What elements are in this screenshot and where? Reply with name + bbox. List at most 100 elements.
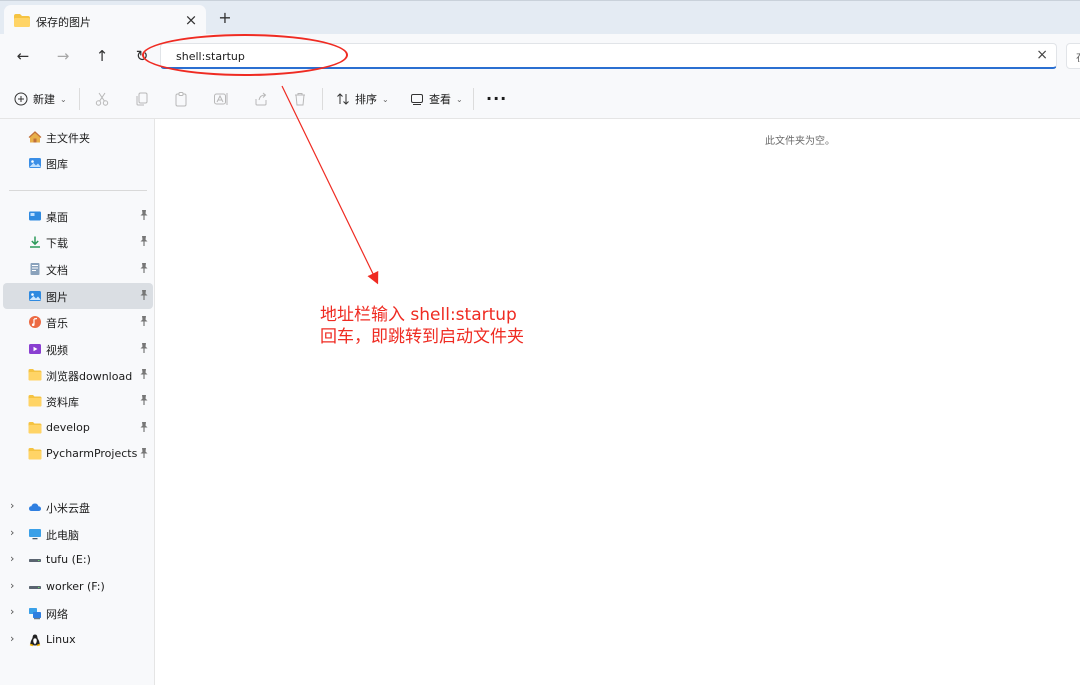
navigation-pane: 主文件夹图库桌面下载文档图片音乐 视频浏览器download 资料库 develop P… — [0, 119, 155, 685]
sort-button[interactable]: 排序 ⌄ — [336, 90, 389, 108]
annotation-text: 地址栏输入 shell:startup 回车，即跳转到启动文件夹 — [320, 304, 524, 348]
folder-icon — [28, 448, 42, 460]
sort-icon — [337, 93, 349, 105]
divider — [322, 88, 323, 110]
copy-icon[interactable] — [134, 91, 150, 107]
cloud-icon — [29, 503, 41, 511]
folder-icon — [28, 422, 42, 434]
expand-chevron-icon[interactable]: › — [10, 632, 14, 645]
file-explorer-window: 保存的图片 × + ← → ↑ ↻ shell:startup × 在 新建 ⌄ — [0, 0, 1080, 685]
forward-button[interactable]: → — [53, 46, 73, 66]
sidebar-item[interactable]: › 此电脑 — [3, 521, 153, 547]
sidebar-divider — [9, 190, 147, 191]
tab-close-icon[interactable]: × — [182, 11, 200, 29]
up-button[interactable]: ↑ — [92, 46, 112, 66]
sidebar-item[interactable]: 图片 — [3, 283, 153, 309]
pin-icon — [139, 262, 149, 274]
sidebar-item[interactable]: › 小米云盘 — [3, 494, 153, 520]
sidebar-item[interactable]: › 网络 — [3, 600, 153, 626]
view-button[interactable]: 查看 ⌄ — [410, 90, 463, 108]
sidebar-item[interactable]: 资料库 — [3, 388, 153, 414]
tab-title: 保存的图片 — [36, 16, 91, 29]
expand-chevron-icon[interactable]: › — [10, 526, 14, 539]
sidebar-item-label: 资料库 — [46, 396, 79, 409]
sidebar-item[interactable]: › worker (F:) — [3, 574, 153, 600]
sidebar-item-label: 下载 — [46, 237, 68, 250]
sort-label: 排序 — [355, 93, 377, 106]
divider — [79, 88, 80, 110]
annotation-ellipse — [142, 34, 348, 76]
pin-icon — [139, 315, 149, 327]
network-icon — [29, 608, 41, 620]
sidebar-item[interactable]: 浏览器download — [3, 362, 153, 388]
sidebar-item-label: 桌面 — [46, 211, 68, 224]
sidebar-item-label: 主文件夹 — [46, 132, 90, 145]
sidebar-item-label: 文档 — [46, 264, 68, 277]
sidebar-item[interactable]: 视频 — [3, 336, 153, 362]
expand-chevron-icon[interactable]: › — [10, 499, 14, 512]
share-icon[interactable] — [253, 91, 269, 107]
sidebar-item-label: Linux — [46, 633, 76, 646]
annotation-line-1: 地址栏输入 shell:startup — [320, 305, 517, 325]
pin-icon — [139, 342, 149, 354]
sidebar-item-label: develop — [46, 421, 90, 434]
pin-icon — [139, 289, 149, 301]
sidebar-item-label: 小米云盘 — [46, 502, 90, 515]
sidebar-item-label: 此电脑 — [46, 529, 79, 542]
annotation-line-2: 回车，即跳转到启动文件夹 — [320, 327, 524, 347]
file-list-area[interactable]: 此文件夹为空。 — [155, 119, 1080, 685]
sidebar-item[interactable]: PycharmProjects — [3, 441, 153, 467]
new-tab-button[interactable]: + — [216, 9, 234, 27]
sidebar-item[interactable]: 下载 — [3, 229, 153, 255]
sidebar-item[interactable]: › Linux — [3, 627, 153, 653]
sidebar-item[interactable]: › tufu (E:) — [3, 547, 153, 573]
sidebar-item[interactable]: 文档 — [3, 256, 153, 282]
folder-icon — [28, 395, 42, 407]
expand-chevron-icon[interactable]: › — [10, 579, 14, 592]
desktop-icon — [29, 211, 41, 221]
sidebar-item[interactable]: 桌面 — [3, 203, 153, 229]
sidebar-item-label: 浏览器download — [46, 370, 133, 383]
delete-icon[interactable] — [292, 91, 308, 107]
more-options-button[interactable]: ··· — [486, 89, 507, 108]
search-input[interactable]: 在 — [1066, 43, 1080, 69]
view-icon — [411, 94, 423, 105]
expand-chevron-icon[interactable]: › — [10, 552, 14, 565]
rename-icon[interactable] — [213, 91, 229, 107]
tab-strip: 保存的图片 × + — [0, 0, 1080, 37]
pin-icon — [139, 421, 149, 433]
home-icon — [28, 131, 42, 143]
new-label: 新建 — [33, 93, 55, 106]
folder-icon — [14, 14, 30, 27]
video-icon — [29, 344, 41, 354]
pin-icon — [139, 235, 149, 247]
command-bar: 新建 ⌄ 排序 ⌄ 查看 ⌄ ··· — [0, 78, 1080, 119]
back-button[interactable]: ← — [13, 46, 33, 66]
sidebar-item[interactable]: 主文件夹 — [3, 124, 153, 150]
cut-icon[interactable] — [94, 91, 110, 107]
sidebar-item[interactable]: develop — [3, 415, 153, 441]
download-icon — [30, 236, 40, 248]
pin-icon — [139, 368, 149, 380]
sidebar-item-label: 图片 — [46, 291, 68, 304]
expand-chevron-icon[interactable]: › — [10, 605, 14, 618]
sidebar-item[interactable]: 音乐 — [3, 309, 153, 335]
chevron-down-icon: ⌄ — [382, 94, 389, 104]
folder-icon — [28, 369, 42, 381]
search-placeholder: 在 — [1076, 49, 1080, 65]
sidebar-item-label: 网络 — [46, 608, 68, 621]
chevron-down-icon: ⌄ — [60, 94, 67, 104]
tab-saved-pictures[interactable]: 保存的图片 × — [4, 5, 206, 37]
sidebar-item-label: worker (F:) — [46, 580, 105, 593]
sidebar-item-label: tufu (E:) — [46, 553, 91, 566]
view-label: 查看 — [429, 93, 451, 106]
sidebar-item-label: PycharmProjects — [46, 447, 138, 460]
clear-address-icon[interactable]: × — [1036, 47, 1048, 63]
sidebar-item[interactable]: 图库 — [3, 150, 153, 176]
pictures-icon — [29, 291, 41, 301]
paste-icon[interactable] — [173, 91, 189, 107]
empty-folder-message: 此文件夹为空。 — [765, 136, 835, 147]
new-button[interactable]: 新建 ⌄ — [14, 90, 67, 108]
document-icon — [30, 263, 40, 275]
drive-icon — [29, 559, 41, 562]
